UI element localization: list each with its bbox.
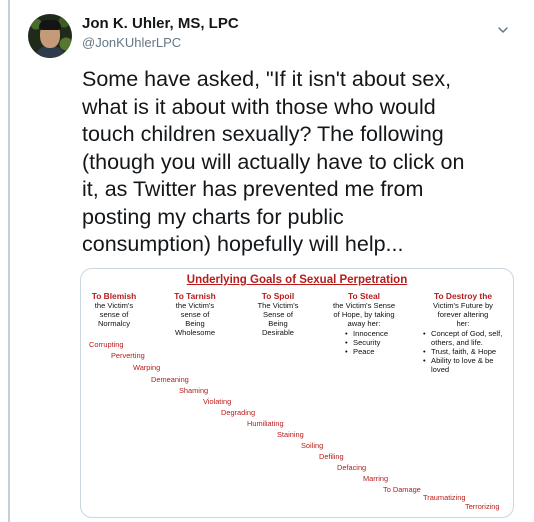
tweet-text-line: posting my charts for public [82, 204, 344, 229]
goal-line: forever altering [437, 310, 489, 319]
tweet-text-line: consumption) hopefully will help... [82, 232, 404, 256]
goal-line: Desirable [261, 328, 295, 337]
author-name[interactable]: Jon K. Uhler, MS, LPC [82, 15, 239, 32]
stair-term: Terrorizing [465, 502, 500, 511]
goal-column-spoil: To Spoil The Victim's Sense of Being Des… [243, 291, 313, 337]
goal-line: sense of [99, 310, 129, 319]
stair-term: Defacing [337, 463, 367, 472]
goal-column-tarnish: To Tarnish the Victim's sense of Being W… [161, 291, 229, 337]
goal-heading: To Tarnish [174, 291, 216, 301]
goal-bullet: Ability to love & be loved [421, 356, 509, 374]
stair-term: Traumatizing [423, 493, 466, 502]
goal-heading: To Spoil [261, 291, 295, 301]
tweet-text-line: what is it about with those who would [82, 94, 436, 119]
goal-heading: To Destroy the [433, 291, 492, 301]
goal-heading: To Steal [348, 291, 380, 301]
goal-bullet: Concept of God, self, others, and life. [421, 329, 509, 347]
stair-term: Violating [203, 397, 232, 406]
goal-line: Victim's Future by [433, 301, 493, 310]
goal-line: sense of [180, 310, 210, 319]
stair-term: Demeaning [151, 375, 189, 384]
stair-term: Staining [277, 430, 304, 439]
chevron-down-icon[interactable] [497, 24, 509, 36]
goal-heading: To Blemish [91, 291, 137, 301]
tweet-text-line: (though you will actually have to click … [82, 149, 465, 174]
goal-line: the Victim's [175, 301, 215, 310]
tweet-text-line: touch children sexually? The following [82, 122, 444, 146]
goal-bullet: Trust, faith, & Hope [421, 347, 509, 356]
goal-line: Wholesome [174, 328, 216, 337]
chart-title: Underlying Goals of Sexual Perpetration [186, 274, 408, 286]
goal-line: her: [456, 319, 470, 328]
stair-term: Warping [133, 363, 161, 372]
stair-term: Defiling [319, 452, 344, 461]
goal-bullet: Peace [343, 347, 407, 356]
goal-line: Normalcy [97, 319, 131, 328]
goal-line: Being [185, 319, 205, 328]
goal-line: Sense of [263, 310, 293, 319]
goal-line: The Victim's [257, 301, 299, 310]
tweet-text: Some have asked, "If it isn't about sex,… [82, 66, 522, 259]
stair-term: Humiliating [247, 419, 284, 428]
goal-line: Being [268, 319, 288, 328]
tweet-text-line: it, as Twitter has prevented me from [82, 177, 424, 201]
goal-column-steal: To Steal the Victim's Sense of Hope, by … [321, 291, 407, 356]
goal-line: of Hope, by taking [333, 310, 395, 319]
goal-column-destroy: To Destroy the Victim's Future by foreve… [417, 291, 509, 374]
stair-term: Degrading [221, 408, 256, 417]
goal-line: the Victim's Sense [332, 301, 396, 310]
goal-column-blemish: To Blemish the Victim's sense of Normalc… [83, 291, 145, 328]
goal-bullets: Concept of God, self, others, and life. … [421, 329, 509, 374]
stair-term: Perverting [111, 351, 145, 360]
thread-line [8, 0, 10, 522]
stair-term: Soiling [301, 441, 324, 450]
avatar[interactable] [28, 14, 72, 58]
stair-term: Shaming [179, 386, 209, 395]
stair-term: Marring [363, 474, 389, 483]
goal-bullet: Security [343, 338, 407, 347]
tweet-image-card[interactable]: Underlying Goals of Sexual Perpetration … [80, 268, 514, 518]
tweet-text-line: Some have asked, "If it isn't about sex, [82, 67, 452, 91]
goal-bullet: Innocence [343, 329, 407, 338]
stair-term: To Damage [383, 485, 421, 494]
goal-line: away her: [347, 319, 381, 328]
goal-bullets: Innocence Security Peace [343, 329, 407, 356]
stair-term: Corrupting [89, 340, 124, 349]
author-handle[interactable]: @JonKUhlerLPC [82, 35, 181, 50]
goal-line: the Victim's [94, 301, 134, 310]
